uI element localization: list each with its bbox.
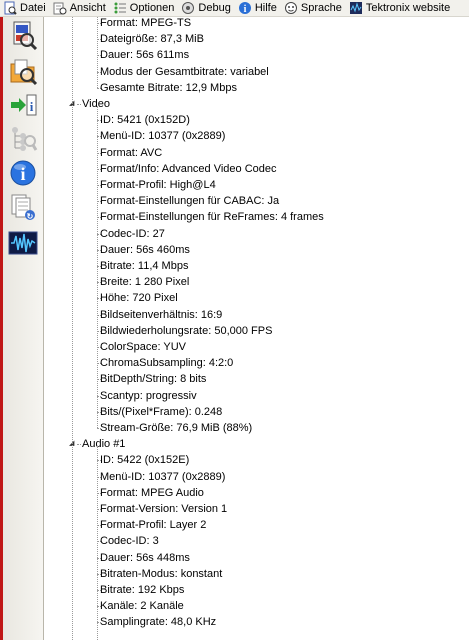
menu-tektronix-website[interactable]: Tektronix website: [349, 0, 450, 16]
menu-debug[interactable]: Debug: [181, 0, 231, 16]
open-folder-icon: [8, 56, 38, 86]
menu-hilfe[interactable]: i Hilfe: [238, 0, 277, 16]
tree-item[interactable]: Dauer: 56s 448ms: [100, 550, 190, 566]
svg-text:i: i: [20, 164, 25, 184]
svg-text:↻: ↻: [27, 212, 34, 221]
tree-item[interactable]: Format-Profil: Layer 2: [100, 517, 206, 533]
menu-optionen[interactable]: Optionen: [113, 0, 175, 16]
tree-item[interactable]: Menü-ID: 10377 (0x2889): [100, 128, 225, 144]
waveform-button[interactable]: [7, 227, 39, 259]
tree-section-header[interactable]: Audio #1: [82, 436, 125, 452]
tektronix-icon: [349, 1, 363, 15]
menu-bar: Datei Ansicht Optionen Debug i Hilfe Sprache Te…: [0, 0, 469, 17]
language-icon: [284, 1, 298, 15]
tree-item[interactable]: Format-Version: Version 1: [100, 501, 227, 517]
tree-item[interactable]: ID: 5422 (0x152E): [100, 452, 189, 468]
debug-icon: [181, 1, 195, 15]
options-icon: [113, 1, 127, 15]
view-icon: [53, 1, 67, 15]
tree-item[interactable]: Format-Einstellungen für CABAC: Ja: [100, 193, 279, 209]
tree-item[interactable]: Codec-ID: 27: [100, 226, 165, 242]
menu-label: Sprache: [300, 2, 342, 14]
about-icon: i: [8, 158, 38, 188]
tree-item[interactable]: Scantyp: progressiv: [100, 388, 197, 404]
tree-item[interactable]: Modus der Gesamtbitrate: variabel: [100, 64, 269, 80]
tree-item[interactable]: Codec-ID: 3: [100, 533, 159, 549]
tree-item[interactable]: Höhe: 720 Pixel: [100, 290, 178, 306]
tree-item[interactable]: Format-Einstellungen für ReFrames: 4 fra…: [100, 209, 324, 225]
tree-item[interactable]: Kanäle: 2 Kanäle: [100, 598, 184, 614]
tree-guide-line: [72, 17, 73, 640]
info-icon: i: [238, 1, 252, 15]
tree-item[interactable]: Bitrate: 192 Kbps: [100, 582, 184, 598]
tree-item[interactable]: Format/Info: Advanced Video Codec: [100, 161, 277, 177]
tree-item[interactable]: ColorSpace: YUV: [100, 339, 186, 355]
menu-label: Optionen: [129, 2, 175, 14]
tree-section-header[interactable]: Video: [82, 96, 110, 112]
menu-label: Datei: [20, 2, 46, 14]
tree-item[interactable]: Samplingrate: 48,0 KHz: [100, 614, 216, 630]
file-icon: [3, 1, 17, 15]
sheet-view-button[interactable]: ↻: [7, 191, 39, 223]
open-folder-button[interactable]: [7, 55, 39, 87]
open-file-button[interactable]: [7, 19, 39, 51]
menu-label: Debug: [198, 2, 231, 14]
menu-label: Ansicht: [69, 2, 106, 14]
menu-datei[interactable]: Datei: [3, 0, 46, 16]
side-toolbar: i i ↻: [3, 17, 44, 640]
svg-text:i: i: [30, 99, 34, 114]
waveform-icon: [8, 228, 38, 258]
tree-item[interactable]: Dateigröße: 87,3 MiB: [100, 31, 204, 47]
menu-sprache[interactable]: Sprache: [284, 0, 342, 16]
open-file-icon: [8, 20, 38, 50]
tree-item[interactable]: Format-Profil: High@L4: [100, 177, 216, 193]
tree-item[interactable]: Dauer: 56s 460ms: [100, 242, 190, 258]
tree-item[interactable]: Menü-ID: 10377 (0x2889): [100, 469, 225, 485]
tree-item[interactable]: Bitraten-Modus: konstant: [100, 566, 222, 582]
export-info-button[interactable]: i: [7, 89, 39, 121]
tree-item[interactable]: Bits/(Pixel*Frame): 0.248: [100, 404, 222, 420]
tree-guide-line: [97, 446, 98, 640]
tree-item[interactable]: ChromaSubsampling: 4:2:0: [100, 355, 233, 371]
export-info-icon: i: [8, 90, 38, 120]
tree-item[interactable]: ID: 5421 (0x152D): [100, 112, 190, 128]
tree-view-button[interactable]: [7, 123, 39, 155]
sheet-view-icon: ↻: [8, 192, 38, 222]
tree-connector: [77, 444, 81, 446]
about-button[interactable]: i: [7, 157, 39, 189]
tree-item[interactable]: Format: AVC: [100, 145, 162, 161]
tree-item[interactable]: Format: MPEG Audio: [100, 485, 204, 501]
info-tree[interactable]: Format: MPEG-TS Dateigröße: 87,3 MiB Dauer…: [44, 17, 469, 640]
tree-guide-line: [97, 106, 98, 428]
menu-ansicht[interactable]: Ansicht: [53, 0, 106, 16]
tree-item[interactable]: Bildwiederholungsrate: 50,000 FPS: [100, 323, 272, 339]
tree-view-icon: [8, 124, 38, 154]
tree-guide-line: [97, 17, 98, 88]
menu-label: Tektronix website: [365, 2, 451, 14]
tree-item[interactable]: Gesamte Bitrate: 12,9 Mbps: [100, 80, 237, 96]
menu-label: Hilfe: [254, 2, 277, 14]
tree-item[interactable]: BitDepth/String: 8 bits: [100, 371, 206, 387]
tree-item[interactable]: Breite: 1 280 Pixel: [100, 274, 189, 290]
tree-item[interactable]: Bildseitenverhältnis: 16:9: [100, 307, 222, 323]
svg-text:i: i: [243, 4, 246, 15]
tree-item[interactable]: Bitrate: 11,4 Mbps: [100, 258, 188, 274]
tree-item[interactable]: Dauer: 56s 611ms: [100, 47, 189, 63]
tree-item[interactable]: Format: MPEG-TS: [100, 17, 191, 31]
tree-connector: [77, 104, 81, 105]
tree-item[interactable]: Stream-Größe: 76,9 MiB (88%): [100, 420, 252, 436]
